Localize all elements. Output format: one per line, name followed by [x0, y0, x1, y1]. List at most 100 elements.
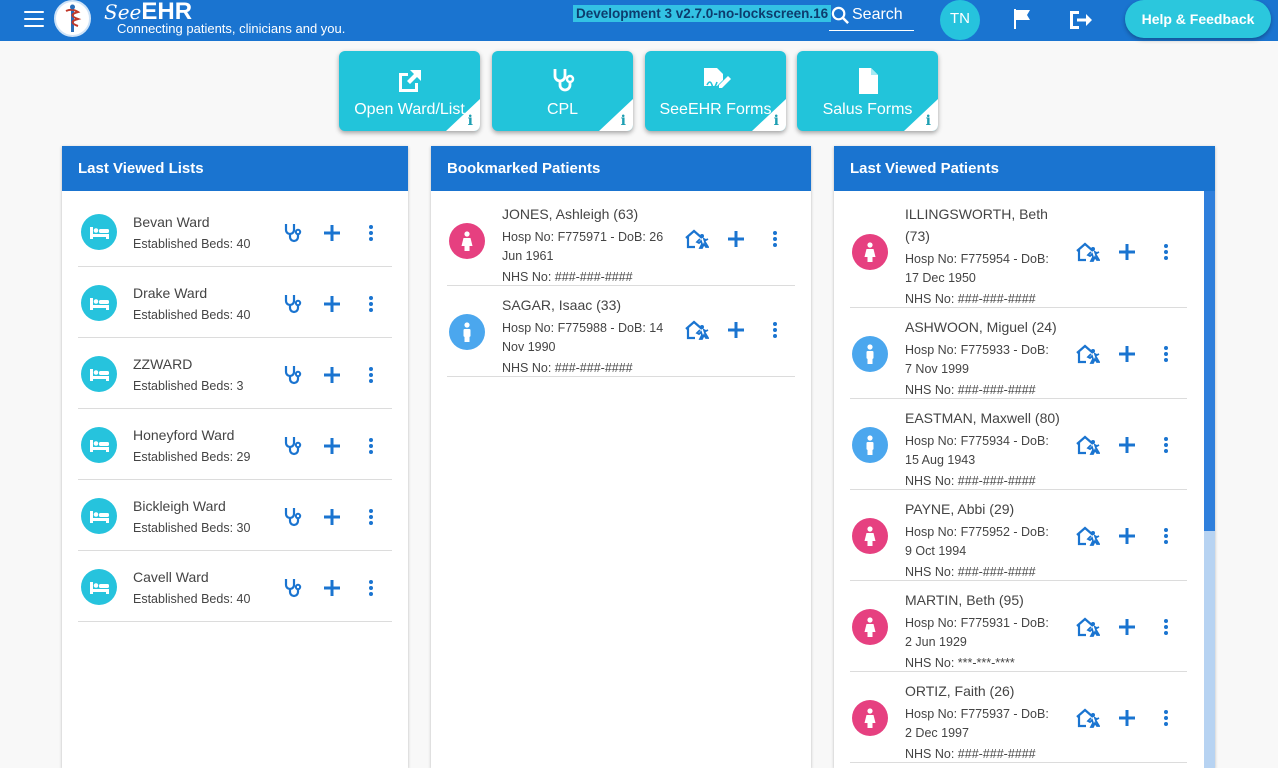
search-button[interactable]: Search — [829, 4, 914, 31]
stethoscope-icon[interactable] — [281, 222, 303, 249]
stethoscope-icon[interactable] — [281, 577, 303, 604]
stethoscope-icon[interactable] — [281, 293, 303, 320]
discharge-icon[interactable] — [1076, 343, 1101, 370]
stethoscope-icon[interactable] — [281, 506, 303, 533]
info-icon[interactable]: i — [774, 113, 779, 129]
add-icon[interactable] — [1118, 618, 1136, 641]
ward-name: Cavell Ward — [133, 569, 209, 585]
bed-icon — [81, 569, 117, 605]
flag-icon[interactable] — [1010, 7, 1034, 36]
patient-row[interactable]: ASHWOON, Miguel (24) Hosp No: F775933 - D… — [850, 308, 1187, 399]
patient-hosp-dob: Hosp No: F775931 - DoB: 2 Jun 1929 — [905, 616, 1049, 649]
patient-hosp-dob: Hosp No: F775933 - DoB: 7 Nov 1999 — [905, 343, 1049, 376]
add-icon[interactable] — [1118, 709, 1136, 732]
patient-row[interactable]: SAGAR, Isaac (33) Hosp No: F775988 - DoB:… — [447, 286, 795, 377]
more-options-icon[interactable] — [368, 366, 374, 389]
add-icon[interactable] — [1118, 243, 1136, 266]
info-icon[interactable]: i — [621, 113, 626, 129]
discharge-icon[interactable] — [1076, 616, 1101, 643]
logout-icon[interactable] — [1067, 8, 1093, 37]
female-patient-icon — [852, 699, 888, 736]
patient-name[interactable]: ASHWOON, Miguel (24) — [905, 316, 1075, 338]
info-icon[interactable]: i — [468, 113, 473, 129]
patient-row[interactable]: MARTIN, Beth (95) Hosp No: F775931 - DoB:… — [850, 581, 1187, 672]
ward-beds: Established Beds: 29 — [133, 450, 251, 464]
female-patient-icon — [852, 233, 888, 270]
discharge-icon[interactable] — [1076, 434, 1101, 461]
list-item[interactable]: Bickleigh Ward Established Beds: 30 — [78, 480, 392, 551]
discharge-icon[interactable] — [1076, 707, 1101, 734]
more-options-icon[interactable] — [368, 437, 374, 460]
help-feedback-button[interactable]: Help & Feedback — [1125, 0, 1271, 38]
patient-row[interactable]: ORTIZ, Faith (26) Hosp No: F775937 - DoB:… — [850, 672, 1187, 763]
patient-nhs-number: NHS No: ###-###-#### — [502, 270, 633, 284]
patient-row[interactable]: ILLINGSWORTH, Beth (73) Hosp No: F775954 … — [850, 195, 1187, 308]
ward-beds: Established Beds: 30 — [133, 521, 251, 535]
cpl-tile[interactable]: CPL i — [492, 51, 633, 131]
patient-name[interactable]: ORTIZ, Faith (26) — [905, 680, 1075, 702]
more-options-icon[interactable] — [368, 295, 374, 318]
info-icon[interactable]: i — [926, 113, 931, 129]
patient-row[interactable]: JONES, Ashleigh (63) Hosp No: F775971 - D… — [447, 195, 795, 286]
seeehr-forms-tile[interactable]: SeeEHR Forms i — [645, 51, 786, 131]
panel-title: Last Viewed Patients — [834, 146, 1215, 191]
add-icon[interactable] — [323, 366, 341, 389]
search-icon — [831, 6, 849, 24]
patient-name[interactable]: EASTMAN, Maxwell (80) — [905, 407, 1075, 429]
more-options-icon[interactable] — [772, 230, 778, 253]
more-options-icon[interactable] — [1163, 709, 1169, 732]
salus-forms-tile[interactable]: Salus Forms i — [797, 51, 938, 131]
discharge-icon[interactable] — [1076, 525, 1101, 552]
open-ward-list-tile[interactable]: Open Ward/List i — [339, 51, 480, 131]
add-icon[interactable] — [323, 295, 341, 318]
list-item[interactable]: Drake Ward Established Beds: 40 — [78, 267, 392, 338]
stethoscope-icon — [553, 69, 574, 92]
more-options-icon[interactable] — [368, 508, 374, 531]
stethoscope-icon[interactable] — [281, 435, 303, 462]
patient-row[interactable]: PAYNE, Abbi (29) Hosp No: F775952 - DoB: … — [850, 490, 1187, 581]
female-patient-icon — [852, 517, 888, 554]
open-external-icon — [398, 70, 421, 92]
list-item[interactable]: Cavell Ward Established Beds: 40 — [78, 551, 392, 622]
discharge-icon[interactable] — [1076, 241, 1101, 268]
add-icon[interactable] — [1118, 436, 1136, 459]
add-icon[interactable] — [323, 437, 341, 460]
add-icon[interactable] — [323, 508, 341, 531]
patient-nhs-number: NHS No: ###-###-#### — [502, 361, 633, 375]
more-options-icon[interactable] — [368, 224, 374, 247]
more-options-icon[interactable] — [1163, 527, 1169, 550]
patient-name[interactable]: ILLINGSWORTH, Beth (73) — [905, 203, 1055, 247]
patient-row[interactable]: EASTMAN, Maxwell (80) Hosp No: F775934 - … — [850, 399, 1187, 490]
patient-name[interactable]: PAYNE, Abbi (29) — [905, 498, 1075, 520]
environment-badge: Development 3 v2.7.0-no-lockscreen.16 — [573, 5, 832, 22]
more-options-icon[interactable] — [772, 321, 778, 344]
list-item[interactable]: Honeyford Ward Established Beds: 29 — [78, 409, 392, 480]
stethoscope-icon[interactable] — [281, 364, 303, 391]
add-icon[interactable] — [727, 321, 745, 344]
add-icon[interactable] — [323, 224, 341, 247]
discharge-icon[interactable] — [685, 319, 710, 346]
list-item[interactable]: ZZWARD Established Beds: 3 — [78, 338, 392, 409]
list-item[interactable]: Bevan Ward Established Beds: 40 — [78, 196, 392, 267]
patient-name[interactable]: MARTIN, Beth (95) — [905, 589, 1075, 611]
more-options-icon[interactable] — [1163, 436, 1169, 459]
user-avatar[interactable]: TN — [940, 0, 980, 40]
more-options-icon[interactable] — [1163, 618, 1169, 641]
add-icon[interactable] — [727, 230, 745, 253]
patient-nhs-number: NHS No: ***-***-**** — [905, 656, 1015, 670]
more-options-icon[interactable] — [1163, 345, 1169, 368]
patient-name[interactable]: JONES, Ashleigh (63) — [502, 203, 672, 225]
hamburger-menu-icon[interactable] — [24, 11, 44, 27]
ward-beds: Established Beds: 40 — [133, 308, 251, 322]
add-icon[interactable] — [1118, 345, 1136, 368]
female-patient-icon — [449, 222, 485, 259]
add-icon[interactable] — [1118, 527, 1136, 550]
more-options-icon[interactable] — [1163, 243, 1169, 266]
patient-hosp-dob: Hosp No: F775971 - DoB: 26 Jun 1961 — [502, 230, 664, 263]
patient-name[interactable]: SAGAR, Isaac (33) — [502, 294, 672, 316]
more-options-icon[interactable] — [368, 579, 374, 602]
patient-nhs-number: NHS No: ###-###-#### — [905, 474, 1036, 488]
scrollbar-thumb[interactable] — [1204, 191, 1215, 531]
discharge-icon[interactable] — [685, 228, 710, 255]
add-icon[interactable] — [323, 579, 341, 602]
